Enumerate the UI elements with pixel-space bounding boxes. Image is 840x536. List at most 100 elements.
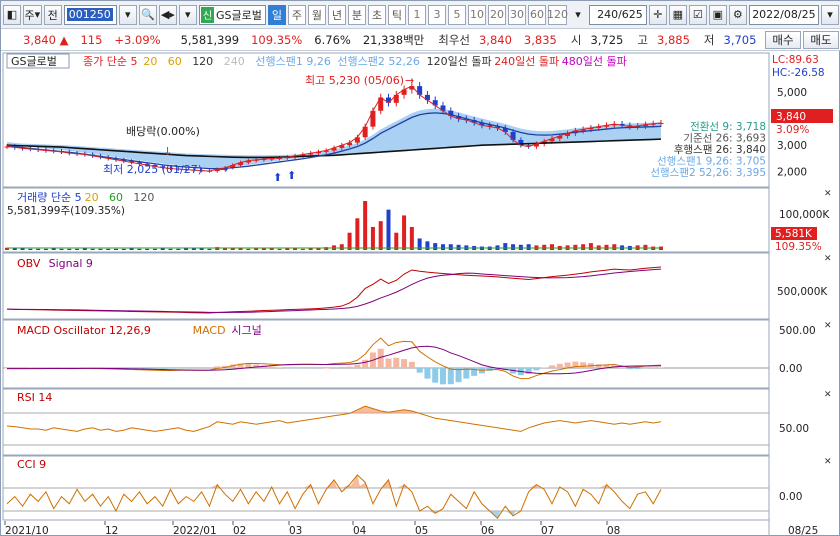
period-num-5[interactable]: 5 <box>447 4 466 25</box>
chart-type-select[interactable]: 주 ▾ <box>23 4 42 25</box>
ichimoku-cloud <box>7 108 661 168</box>
period-num-20[interactable]: 20 <box>487 4 506 25</box>
period-num-10[interactable]: 10 <box>467 4 486 25</box>
volume-bar <box>176 248 181 250</box>
calendar-dropdown-icon[interactable]: ▾ <box>821 4 839 25</box>
period-num-1[interactable]: 1 <box>407 4 426 25</box>
period-day[interactable]: 일 <box>267 4 286 25</box>
speaker-icon[interactable]: ◀▸ <box>158 4 177 25</box>
chevron-down-icon[interactable]: ▾ <box>178 4 197 25</box>
macd-histogram <box>4 348 664 385</box>
count-input[interactable]: 240/625 <box>589 4 647 25</box>
ichimoku-labels: 전환선 9: 3,718기준선 26: 3,693후행스팬 26: 3,840선… <box>650 121 766 179</box>
legend-item: 480일선 돌파 <box>562 54 627 68</box>
period-year[interactable]: 년 <box>327 4 346 25</box>
buy-button[interactable]: 매수 <box>765 30 801 49</box>
count-total: /625 <box>618 8 643 21</box>
period-num-60[interactable]: 60 <box>527 4 546 25</box>
close-volume-panel-icon[interactable]: ✕ <box>824 189 832 199</box>
low-label: 저 <box>703 32 715 47</box>
up-arrow-icon: ▲ <box>59 32 69 47</box>
macd-histogram-bar <box>354 364 361 368</box>
candle-body <box>378 97 384 111</box>
close-macd-panel-icon[interactable]: ✕ <box>824 321 832 331</box>
macd-histogram-bar <box>549 365 555 368</box>
macd-histogram-bar <box>151 368 158 369</box>
stock-name-box[interactable]: 신 GS글로벌 <box>198 4 266 25</box>
grid-icon[interactable]: ▦ <box>668 4 687 25</box>
date-input[interactable]: 2022/08/25 <box>748 4 819 25</box>
new-stock-badge: 신 <box>200 6 215 23</box>
gear-icon[interactable]: ⚙ <box>728 4 747 25</box>
macd-histogram-bar <box>401 359 408 368</box>
volume-bar <box>643 244 648 250</box>
chart-type-label: 주 <box>24 8 35 22</box>
close-rsi-panel-icon[interactable]: ✕ <box>824 390 832 400</box>
macd-histogram-bar <box>167 368 174 369</box>
open-price: 3,725 <box>590 32 624 47</box>
volume-value-label: 5,581,399주(109.35%) <box>7 205 125 217</box>
x-axis-label: 08 <box>607 525 620 536</box>
preferred-label: 최우선 <box>438 32 470 47</box>
period-month[interactable]: 월 <box>307 4 326 25</box>
period-minute[interactable]: 분 <box>347 4 366 25</box>
cci-axis-tick: 0.00 <box>779 491 802 503</box>
x-axis-label: 03 <box>289 525 302 536</box>
code-dropdown-icon[interactable]: ▾ <box>118 4 137 25</box>
cross-tool-icon[interactable]: ✛ <box>648 4 667 25</box>
period-num-3[interactable]: 3 <box>427 4 446 25</box>
prev-button[interactable]: 전 <box>43 4 62 25</box>
close-cci-panel-icon[interactable]: ✕ <box>824 457 832 467</box>
volume-bar <box>137 248 142 250</box>
volume-bar <box>370 226 375 250</box>
rsi-overbought-fill <box>7 406 661 413</box>
toolbar: ◧ 주 ▾ 전 001250 ▾ 🔍 ◀▸ ▾ 신 GS글로벌 일 주 월 년 분… <box>1 1 840 29</box>
legend-item: 240 <box>224 55 245 68</box>
legend-item: 120 <box>192 55 213 68</box>
macd-legend: MACD Oscillator 12,26,9 MACD 시그널 <box>17 324 262 337</box>
macd-histogram-bar <box>658 367 664 368</box>
volume-bar <box>20 248 25 250</box>
volume-bar <box>75 248 80 250</box>
period-tick[interactable]: 틱 <box>387 4 406 25</box>
x-axis: 2021/10 12 2022/01 02 03 04 05 06 07 08 <box>4 521 620 536</box>
macd-histogram-bar <box>268 366 275 368</box>
volume-bar <box>425 241 430 250</box>
price-panel: GS글로벌 종가 단순 5 20 60 120 240 선행스팬1 9,26 선행스팬2 5… <box>4 53 833 184</box>
legend-item: 20 <box>143 55 157 68</box>
obv-panel-frame <box>2 252 770 320</box>
current-pct-tag: 3.09% <box>776 124 809 136</box>
macd-histogram-bar <box>580 362 587 368</box>
volume-bar <box>394 232 399 250</box>
macd-histogram-bar <box>408 361 415 368</box>
search-icon[interactable]: 🔍 <box>138 4 157 25</box>
macd-histogram-bar <box>362 359 369 368</box>
period-second[interactable]: 초 <box>367 4 386 25</box>
volume-bar <box>300 248 305 250</box>
rsi-legend: RSI 14 <box>17 391 52 404</box>
ichimoku-label: 후행스팬 26: 3,840 <box>674 144 766 156</box>
volume-bar <box>448 244 453 250</box>
chart-area[interactable]: ✕ ✕ ✕ ✕ ✕ GS글로벌 종가 단순 5 20 60 120 240 선행스팬1 9… <box>1 51 840 536</box>
period-week[interactable]: 주 <box>287 4 306 25</box>
cci-fill <box>209 475 610 519</box>
turnover-rate: 6.76% <box>314 32 351 47</box>
volume-bar <box>12 248 17 250</box>
legend-item: 선행스팬2 52,26 <box>337 55 419 68</box>
sell-button[interactable]: 매도 <box>803 30 839 49</box>
period-num-30[interactable]: 30 <box>507 4 526 25</box>
macd-histogram-bar <box>331 367 337 368</box>
volume-bar <box>526 244 531 250</box>
window-menu-icon[interactable]: ◧ <box>3 4 21 25</box>
min-price-label: 최저 2,025 (01/27) <box>103 163 202 176</box>
period-dropdown-icon[interactable]: ▾ <box>569 5 587 25</box>
volume-bar <box>441 244 445 250</box>
breakout-arrow-icon: ⬆ <box>287 169 296 182</box>
close-obv-panel-icon[interactable]: ✕ <box>824 254 832 264</box>
macd-histogram-bar <box>323 368 330 369</box>
period-num-120[interactable]: 120 <box>547 4 568 25</box>
stock-code-input[interactable]: 001250 <box>63 4 117 25</box>
save-icon[interactable]: ▣ <box>708 4 727 25</box>
checkbox-icon[interactable]: ☑ <box>688 4 707 25</box>
high-price: 3,885 <box>656 32 690 47</box>
